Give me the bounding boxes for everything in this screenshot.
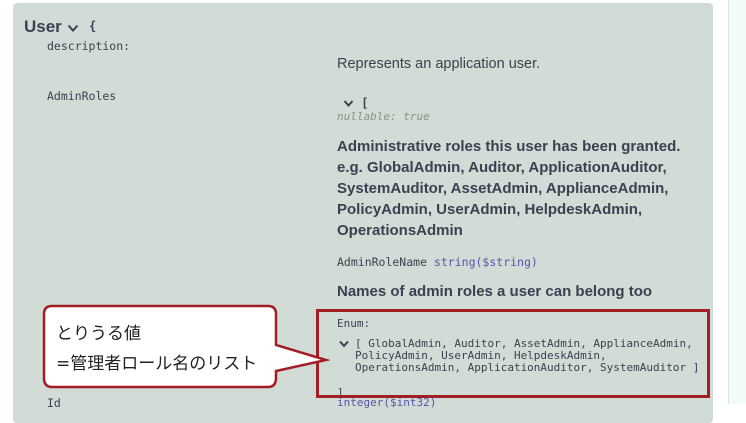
array-element-line: AdminRoleName string($string) <box>337 255 538 269</box>
adminroles-description: Administrative roles this user has been … <box>337 138 681 239</box>
element-name: AdminRoleName <box>337 255 428 269</box>
element-type: string($string) <box>433 255 538 269</box>
callout-text-line1: とりうる値 <box>56 324 141 344</box>
array-open-bracket: [ <box>361 96 369 110</box>
property-name-description: description: <box>47 39 131 53</box>
property-name-adminroles: AdminRoles <box>47 89 117 103</box>
enum-highlight-box <box>316 309 710 398</box>
model-description: Represents an application user. <box>337 56 541 72</box>
nullable-flag: nullable: true <box>337 110 430 123</box>
callout-text-line2: =管理者ロール名のリスト <box>56 354 258 374</box>
array-toggle[interactable]: [ <box>343 96 368 110</box>
model-name: User <box>24 17 62 36</box>
chevron-down-icon[interactable] <box>343 99 354 108</box>
element-description: Names of admin roles a user can belong t… <box>337 283 653 300</box>
property-name-id: Id <box>47 396 61 410</box>
scrollbar-track[interactable] <box>728 0 746 404</box>
chevron-down-icon[interactable] <box>67 23 79 33</box>
model-title[interactable]: User <box>24 17 79 37</box>
model-open-brace: { <box>89 19 97 33</box>
